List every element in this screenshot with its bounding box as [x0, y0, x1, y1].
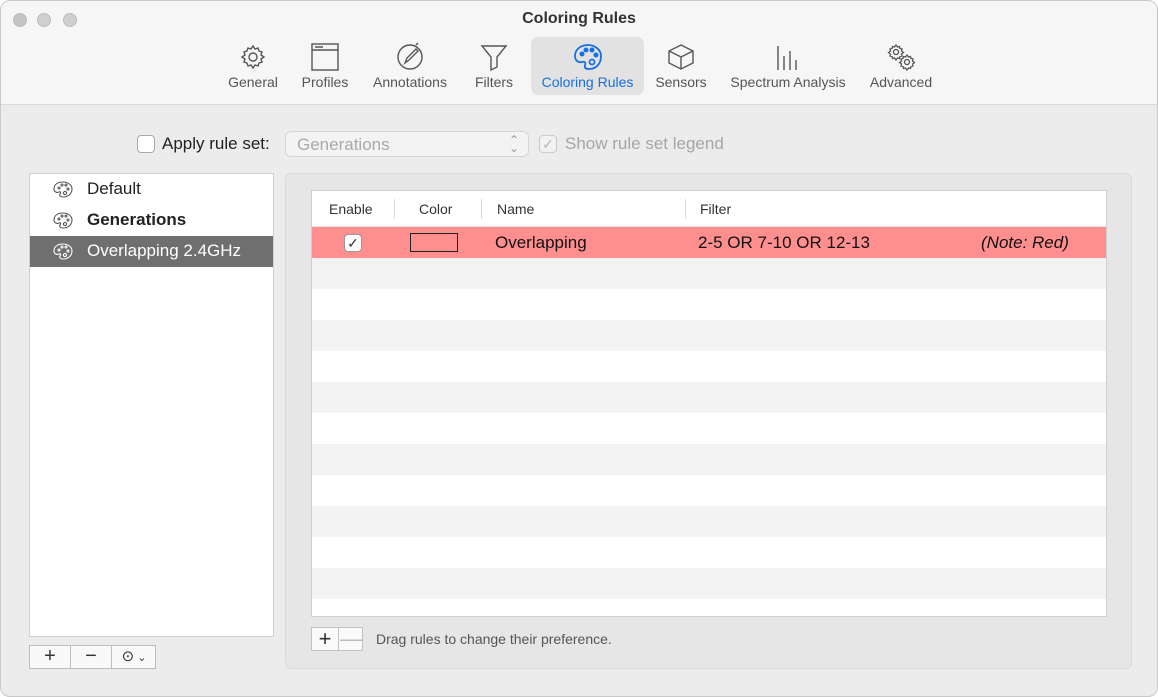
remove-rule-button[interactable]: —	[338, 628, 363, 650]
table-row	[312, 320, 1106, 351]
rules-table: Enable Color Name Filter ✓ Overlapping 2…	[311, 190, 1107, 617]
tab-general[interactable]: General	[223, 37, 283, 95]
rule-set-item-generations[interactable]: Generations	[30, 205, 273, 236]
chevron-updown-icon: ⌃ ⌄	[508, 133, 519, 155]
table-row	[312, 289, 1106, 320]
palette-icon	[573, 42, 603, 72]
show-legend-label: Show rule set legend	[565, 134, 724, 153]
add-rule-button[interactable]: +	[312, 628, 338, 650]
tab-profiles[interactable]: Profiles	[295, 37, 355, 95]
tab-annotations-label: Annotations	[373, 74, 447, 90]
apply-rule-set-label: Apply rule set:	[162, 134, 270, 153]
tab-profiles-label: Profiles	[301, 74, 349, 90]
palette-icon	[53, 243, 73, 260]
apply-rule-set-row: Apply rule set: Generations ⌃ ⌄ ✓ Show ru…	[1, 131, 1157, 159]
rule-filter: 2-5 OR 7-10 OR 12-13	[698, 233, 870, 252]
tab-annotations[interactable]: Annotations	[365, 37, 455, 95]
rule-set-list: Default Generations Overlapping 2.4GHz	[29, 173, 274, 637]
rule-add-remove-group: + —	[311, 627, 363, 651]
tab-filters[interactable]: Filters	[467, 37, 521, 95]
tab-sensors[interactable]: Sensors	[649, 37, 713, 95]
rule-set-item-label: Default	[87, 179, 141, 198]
divider	[481, 199, 482, 219]
tab-advanced[interactable]: Advanced	[863, 37, 939, 95]
table-row	[312, 413, 1106, 444]
cube-icon	[666, 42, 696, 72]
tab-coloring-rules-label: Coloring Rules	[541, 74, 634, 90]
tab-filters-label: Filters	[474, 74, 514, 90]
more-actions-button[interactable]: ⊙ ⌄	[112, 646, 156, 668]
preferences-window: Coloring Rules General Profiles Annotati…	[0, 0, 1158, 697]
palette-icon	[53, 181, 73, 198]
rule-set-item-default[interactable]: Default	[30, 174, 273, 205]
rules-panel: Enable Color Name Filter ✓ Overlapping 2…	[285, 173, 1132, 669]
rule-set-item-overlapping[interactable]: Overlapping 2.4GHz	[30, 236, 273, 267]
rule-color-swatch[interactable]	[410, 233, 458, 252]
table-row	[312, 382, 1106, 413]
table-row	[312, 475, 1106, 506]
column-header-filter[interactable]: Filter	[700, 201, 731, 217]
pen-circle-icon	[395, 42, 425, 72]
rule-enable-checkbox[interactable]: ✓	[344, 234, 362, 252]
tab-general-label: General	[228, 74, 278, 90]
column-header-enable[interactable]: Enable	[329, 201, 373, 217]
rule-name: Overlapping	[495, 233, 587, 252]
rule-set-controls: + − ⊙ ⌄	[29, 645, 156, 669]
remove-rule-set-button[interactable]: −	[71, 646, 111, 668]
gear-icon	[238, 42, 268, 72]
table-header: Enable Color Name Filter	[312, 191, 1106, 227]
tab-coloring-rules[interactable]: Coloring Rules	[531, 37, 644, 95]
rule-set-select-value: Generations	[297, 135, 390, 154]
table-row	[312, 599, 1106, 616]
table-row	[312, 351, 1106, 382]
chevron-down-icon: ⌄	[134, 652, 147, 664]
more-icon: ⊙	[121, 648, 135, 665]
rule-note: (Note: Red)	[981, 233, 1069, 252]
drag-hint: Drag rules to change their preference.	[376, 631, 612, 647]
tab-spectrum-analysis[interactable]: Spectrum Analysis	[721, 37, 855, 95]
window-title: Coloring Rules	[522, 10, 636, 27]
table-row[interactable]: ✓ Overlapping 2-5 OR 7-10 OR 12-13 (Note…	[312, 227, 1106, 258]
funnel-icon	[479, 42, 509, 72]
coloring-rules-pane: Apply rule set: Generations ⌃ ⌄ ✓ Show ru…	[1, 106, 1157, 696]
table-row	[312, 506, 1106, 537]
divider	[394, 199, 395, 219]
show-legend-checkbox[interactable]: ✓	[539, 135, 557, 153]
apply-rule-set-checkbox[interactable]	[137, 135, 155, 153]
add-rule-set-button[interactable]: +	[30, 646, 70, 668]
tab-advanced-label: Advanced	[869, 74, 933, 90]
table-row	[312, 537, 1106, 568]
palette-icon	[53, 212, 73, 229]
titlebar: Coloring Rules General Profiles Annotati…	[1, 1, 1157, 105]
divider	[685, 199, 686, 219]
bars-icon	[773, 42, 803, 72]
rule-set-item-label: Overlapping 2.4GHz	[87, 241, 242, 260]
preferences-toolbar: General Profiles Annotations Filters Col…	[1, 37, 1157, 97]
rule-set-select[interactable]: Generations ⌃ ⌄	[285, 131, 529, 157]
table-row	[312, 258, 1106, 289]
column-header-color[interactable]: Color	[419, 201, 452, 217]
rule-set-item-label: Generations	[87, 210, 187, 229]
table-row	[312, 444, 1106, 475]
column-header-name[interactable]: Name	[497, 201, 534, 217]
tab-spectrum-analysis-label: Spectrum Analysis	[730, 74, 846, 90]
gears-icon	[886, 42, 916, 72]
table-row	[312, 568, 1106, 599]
tab-sensors-label: Sensors	[655, 74, 707, 90]
window-icon	[310, 42, 340, 72]
